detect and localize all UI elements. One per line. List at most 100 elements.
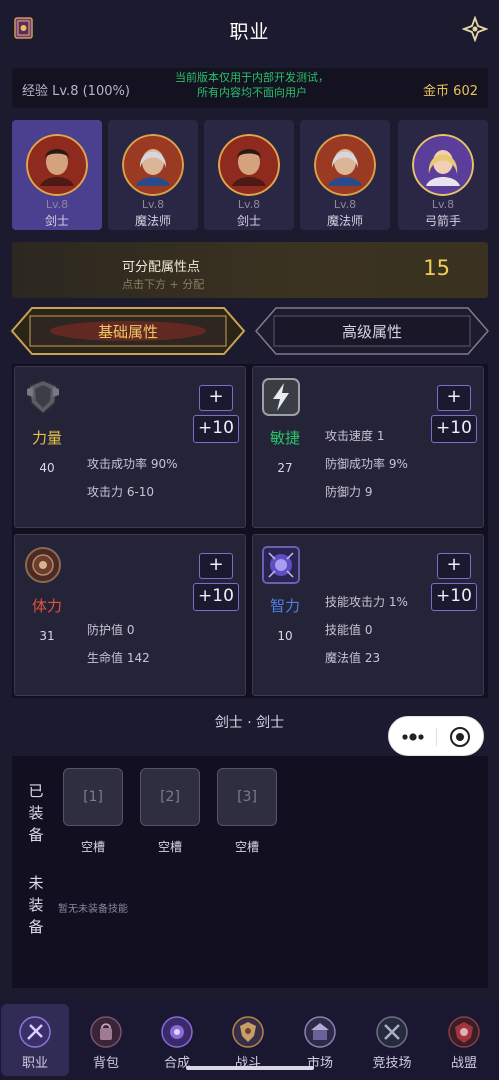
bag-icon xyxy=(90,1016,122,1048)
add-one-button[interactable]: + xyxy=(199,385,233,411)
nav-item-job[interactable]: 职业 xyxy=(1,1004,69,1076)
mage-portrait-icon xyxy=(122,134,184,196)
attribute-points-bar: 可分配属性点 点击下方 + 分配 15 xyxy=(12,242,488,298)
tab-basic-attributes[interactable]: 基础属性 xyxy=(10,306,246,356)
attribute-value: 40 xyxy=(39,461,55,475)
attribute-panel: 力量 40 攻击成功率 90% 攻击力 6-10 + +10 敏捷 27 攻击速… xyxy=(12,364,488,698)
nav-item-arena[interactable]: 竞技场 xyxy=(358,1004,426,1076)
attribute-stat: 攻击力 6-10 xyxy=(87,485,155,499)
attribute-card-agility: 敏捷 27 攻击速度 1 防御成功率 9% 防御力 9 + +10 xyxy=(252,366,484,528)
compass-menu-icon[interactable] xyxy=(462,16,488,42)
dev-notice-line-2: 所有内容均不面向用户 xyxy=(197,86,307,99)
attribute-stat: 生命值 142 xyxy=(87,651,150,665)
mini-program-capsule xyxy=(388,716,484,756)
attribute-name: 体力 xyxy=(31,597,62,615)
attribute-value: 10 xyxy=(277,629,293,643)
attribute-stat: 防御成功率 9% xyxy=(325,457,408,471)
hero-name: 魔法师 xyxy=(326,214,363,228)
add-one-button[interactable]: + xyxy=(437,385,471,411)
arena-icon xyxy=(376,1016,408,1048)
attribute-name: 智力 xyxy=(269,597,300,615)
attribute-name: 敏捷 xyxy=(269,429,300,447)
gold-text: 金币 602 xyxy=(423,84,478,99)
add-ten-button[interactable]: +10 xyxy=(431,583,477,611)
skill-panel: 已 装 备 [1] 空槽 [2] 空槽 [3] 空槽 未 装 备 暂无未装备技能 xyxy=(12,756,488,988)
attribute-card-strength: 力量 40 攻击成功率 90% 攻击力 6-10 + +10 xyxy=(14,366,246,528)
battle-icon xyxy=(232,1016,264,1048)
experience-text: 经验 Lv.8 (100%) xyxy=(22,84,130,99)
add-ten-button[interactable]: +10 xyxy=(193,415,239,443)
unequipped-label-char: 装 xyxy=(28,896,44,914)
hero-card-4[interactable]: Lv.8 魔法师 xyxy=(300,120,390,230)
skill-slot-label: 空槽 xyxy=(157,840,182,854)
nav-item-guild[interactable]: 战盟 xyxy=(430,1004,498,1076)
equipped-label-char: 备 xyxy=(28,826,44,844)
header: 职业 xyxy=(0,0,499,58)
unequipped-label-char: 备 xyxy=(28,918,44,936)
page-title: 职业 xyxy=(229,21,270,43)
home-indicator xyxy=(186,1066,314,1070)
hero-name: 弓箭手 xyxy=(424,214,461,228)
add-one-button[interactable]: + xyxy=(437,553,471,579)
hero-level: Lv.8 xyxy=(237,198,261,211)
attribute-value: 27 xyxy=(277,461,293,475)
info-bar: 经验 Lv.8 (100%) 当前版本仅用于内部开发测试， 所有内容均不面向用户… xyxy=(12,68,488,108)
attribute-stat: 技能值 0 xyxy=(325,623,373,637)
attribute-stat: 攻击成功率 90% xyxy=(87,457,178,471)
hero-card-1[interactable]: Lv.8 剑士 xyxy=(12,120,102,230)
hero-name: 剑士 xyxy=(44,214,69,228)
tab-basic-label: 基础属性 xyxy=(97,323,158,341)
equipped-label-char: 已 xyxy=(28,782,44,800)
dev-notice: 当前版本仅用于内部开发测试， 所有内容均不面向用户 xyxy=(152,70,352,100)
archer-portrait-icon xyxy=(412,134,474,196)
equipped-label: 已 装 备 xyxy=(28,780,44,846)
attribute-name: 力量 xyxy=(31,429,62,447)
hero-level: Lv.8 xyxy=(333,198,357,211)
mage-portrait-icon xyxy=(314,134,376,196)
attribute-stat: 攻击速度 1 xyxy=(325,429,385,443)
lightning-icon xyxy=(262,378,300,416)
skill-slot-2[interactable]: [2] xyxy=(140,768,200,826)
swordsman-portrait-icon xyxy=(26,134,88,196)
nav-item-bag[interactable]: 背包 xyxy=(72,1004,140,1076)
magic-orb-icon xyxy=(262,546,300,584)
shield-emblem-icon xyxy=(25,547,61,583)
skill-slot-label: 空槽 xyxy=(80,840,105,854)
add-one-button[interactable]: + xyxy=(199,553,233,579)
unequipped-label: 未 装 备 xyxy=(28,872,44,938)
more-options-icon[interactable] xyxy=(401,729,425,745)
add-ten-button[interactable]: +10 xyxy=(193,583,239,611)
guild-icon xyxy=(448,1016,480,1048)
no-unequipped-skills-text: 暂无未装备技能 xyxy=(58,904,128,915)
attribute-points-value: 15 xyxy=(423,256,450,280)
dev-notice-line-1: 当前版本仅用于内部开发测试， xyxy=(175,71,329,84)
skill-slot-3[interactable]: [3] xyxy=(217,768,277,826)
attribute-points-hint: 点击下方 + 分配 xyxy=(122,278,205,291)
tab-advanced-label: 高级属性 xyxy=(341,323,402,341)
hero-card-3[interactable]: Lv.8 剑士 xyxy=(204,120,294,230)
nav-label: 背包 xyxy=(92,1056,119,1071)
job-icon xyxy=(19,1016,51,1048)
hero-card-5[interactable]: Lv.8 弓箭手 xyxy=(398,120,488,230)
attribute-stat: 魔法值 23 xyxy=(325,651,381,665)
attribute-value: 31 xyxy=(39,629,55,643)
hero-level: Lv.8 xyxy=(431,198,455,211)
nav-label: 战盟 xyxy=(450,1056,477,1071)
hero-name: 剑士 xyxy=(236,214,261,228)
armor-icon xyxy=(27,378,59,416)
skill-slot-1[interactable]: [1] xyxy=(63,768,123,826)
hero-card-2[interactable]: Lv.8 魔法师 xyxy=(108,120,198,230)
skill-slot-label: 空槽 xyxy=(234,840,259,854)
nav-label: 竞技场 xyxy=(372,1056,412,1071)
hero-level: Lv.8 xyxy=(45,198,69,211)
swordsman-portrait-icon xyxy=(218,134,280,196)
close-miniprogram-icon[interactable] xyxy=(449,726,471,748)
attribute-card-vitality: 体力 31 防护值 0 生命值 142 + +10 xyxy=(14,534,246,696)
tab-advanced-attributes[interactable]: 高级属性 xyxy=(254,306,490,356)
attribute-points-label: 可分配属性点 xyxy=(122,260,201,275)
attribute-stat: 防御力 9 xyxy=(325,485,373,499)
add-ten-button[interactable]: +10 xyxy=(431,415,477,443)
market-icon xyxy=(304,1016,336,1048)
equipped-label-char: 装 xyxy=(28,804,44,822)
hero-level: Lv.8 xyxy=(141,198,165,211)
